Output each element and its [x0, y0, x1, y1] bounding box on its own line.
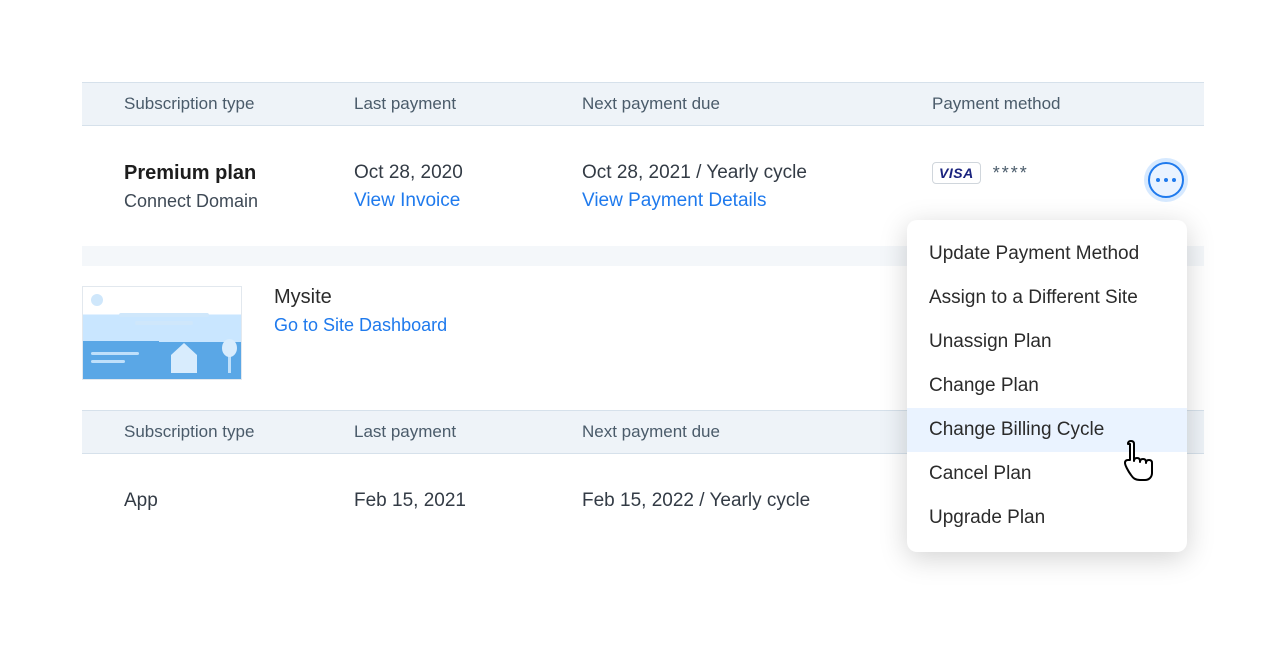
subscriptions-header-row: Subscription type Last payment Next paym…: [82, 82, 1204, 126]
menu-item-cancel-plan[interactable]: Cancel Plan: [907, 452, 1187, 496]
column-header-next: Next payment due: [582, 94, 932, 114]
last-payment-date: Oct 28, 2020: [354, 162, 582, 184]
column-header-type: Subscription type: [124, 422, 354, 442]
view-invoice-link[interactable]: View Invoice: [354, 190, 582, 212]
column-header-method: Payment method: [932, 94, 1204, 114]
plan-subtitle: Connect Domain: [124, 191, 354, 212]
column-header-last: Last payment: [354, 94, 582, 114]
column-header-last: Last payment: [354, 422, 582, 442]
site-name: Mysite: [274, 286, 447, 309]
menu-item-update-payment-method[interactable]: Update Payment Method: [907, 232, 1187, 276]
menu-item-change-billing-cycle[interactable]: Change Billing Cycle: [907, 408, 1187, 452]
menu-item-assign-to-a-different-site[interactable]: Assign to a Different Site: [907, 276, 1187, 320]
column-header-type: Subscription type: [124, 94, 354, 114]
column-header-next: Next payment due: [582, 422, 932, 442]
more-dots-icon: [1172, 178, 1176, 182]
menu-item-change-plan[interactable]: Change Plan: [907, 364, 1187, 408]
menu-item-upgrade-plan[interactable]: Upgrade Plan: [907, 496, 1187, 540]
site-thumbnail: [82, 286, 242, 380]
view-payment-details-link[interactable]: View Payment Details: [582, 190, 932, 212]
menu-item-unassign-plan[interactable]: Unassign Plan: [907, 320, 1187, 364]
card-brand-visa-icon: VISA: [932, 162, 981, 184]
more-dots-icon: [1164, 178, 1168, 182]
row-actions-button[interactable]: [1148, 162, 1184, 198]
row-actions-menu: Update Payment MethodAssign to a Differe…: [907, 220, 1187, 552]
plan-name: App: [124, 490, 354, 512]
next-payment-date: Oct 28, 2021 / Yearly cycle: [582, 162, 932, 184]
plan-name: Premium plan: [124, 162, 354, 185]
card-last-digits-mask: ****: [993, 163, 1029, 184]
last-payment-date: Feb 15, 2021: [354, 490, 582, 512]
more-dots-icon: [1156, 178, 1160, 182]
go-to-dashboard-link[interactable]: Go to Site Dashboard: [274, 315, 447, 336]
next-payment-date: Feb 15, 2022 / Yearly cycle: [582, 490, 932, 512]
